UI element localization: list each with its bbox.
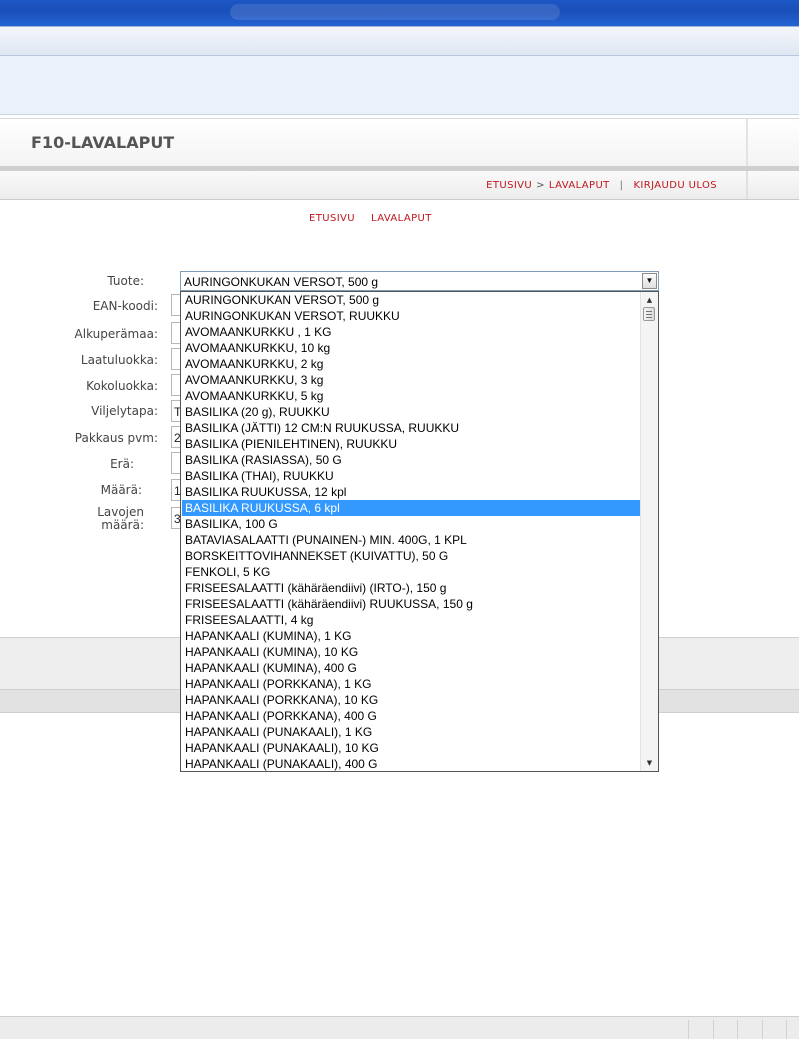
label-product: Tuote: — [107, 274, 144, 288]
label-amount: Määrä: — [100, 483, 142, 497]
product-option[interactable]: BASILIKA RUUKUSSA, 12 kpl — [182, 484, 642, 500]
product-option[interactable]: HAPANKAALI (PUNAKAALI), 400 G — [182, 756, 642, 771]
status-cell — [713, 1020, 714, 1039]
product-option[interactable]: FRISEESALAATTI (kähäräendiivi) (IRTO-), … — [182, 580, 642, 596]
scroll-up-icon[interactable]: ▲ — [641, 292, 658, 308]
product-option[interactable]: AVOMAANKURKKU, 2 kg — [182, 356, 642, 372]
scroll-grip-line — [646, 314, 652, 315]
scroll-thumb[interactable] — [643, 307, 655, 321]
product-option[interactable]: HAPANKAALI (PORKKANA), 10 KG — [182, 692, 642, 708]
product-option[interactable]: AVOMAANKURKKU, 3 kg — [182, 372, 642, 388]
product-select[interactable]: AURINGONKUKAN VERSOT, 500 g ▼ — [180, 271, 659, 291]
product-select-value: AURINGONKUKAN VERSOT, 500 g — [184, 275, 379, 289]
label-origin: Alkuperämaa: — [74, 327, 158, 341]
product-option[interactable]: BATAVIASALAATTI (PUNAINEN-) MIN. 400G, 1… — [182, 532, 642, 548]
product-option[interactable]: HAPANKAALI (KUMINA), 400 G — [182, 660, 642, 676]
product-option[interactable]: BASILIKA (THAI), RUUKKU — [182, 468, 642, 484]
product-option[interactable]: HAPANKAALI (PUNAKAALI), 10 KG — [182, 740, 642, 756]
label-pallets-line2: määrä: — [101, 518, 144, 532]
product-option[interactable]: AVOMAANKURKKU, 10 kg — [182, 340, 642, 356]
product-dropdown-list[interactable]: AURINGONKUKAN VERSOT, 500 g AURINGONKUKAN… — [180, 291, 659, 772]
scroll-grip-line — [646, 317, 652, 318]
browser-toolbar — [0, 26, 799, 56]
breadcrumb-separator: > — [536, 180, 545, 191]
status-cell — [786, 1020, 787, 1039]
product-option[interactable]: BASILIKA RUUKUSSA, 6 kpl — [182, 500, 642, 516]
sub-navigation: ETUSIVU LAVALAPUT — [309, 213, 448, 224]
product-option[interactable]: BASILIKA (20 g), RUUKKU — [182, 404, 642, 420]
product-options: AURINGONKUKAN VERSOT, 500 g AURINGONKUKAN… — [182, 292, 642, 771]
header-band — [0, 56, 799, 115]
breadcrumb-divider — [746, 171, 748, 199]
label-pack-date: Pakkaus pvm: — [74, 431, 158, 445]
product-option[interactable]: BASILIKA, 100 G — [182, 516, 642, 532]
product-option[interactable]: HAPANKAALI (PUNAKAALI), 1 KG — [182, 724, 642, 740]
status-cell — [737, 1020, 738, 1039]
breadcrumb-home-link[interactable]: ETUSIVU — [486, 180, 532, 191]
product-option[interactable]: AVOMAANKURKKU , 1 KG — [182, 324, 642, 340]
product-option[interactable]: HAPANKAALI (KUMINA), 10 KG — [182, 644, 642, 660]
chevron-down-icon[interactable]: ▼ — [642, 273, 657, 289]
subnav-home-link[interactable]: ETUSIVU — [309, 213, 355, 224]
breadcrumb-divider-char: | — [619, 180, 624, 191]
dropdown-scrollbar[interactable]: ▲ ▼ — [640, 292, 658, 771]
scroll-down-icon[interactable]: ▼ — [641, 755, 658, 771]
logout-link[interactable]: KIRJAUDU ULOS — [633, 180, 717, 191]
label-batch: Erä: — [110, 457, 134, 471]
label-quality: Laatuluokka: — [80, 353, 158, 367]
product-option[interactable]: FENKOLI, 5 KG — [182, 564, 642, 580]
status-bar — [0, 1016, 799, 1039]
label-pallets: Lavojen määrä: — [24, 506, 144, 532]
page-title: F10-LAVALAPUT — [31, 133, 175, 152]
titlebar-glow — [230, 4, 560, 20]
label-pallets-line1: Lavojen — [97, 505, 144, 519]
product-option[interactable]: BASILIKA (PIENILEHTINEN), RUUKKU — [182, 436, 642, 452]
product-option[interactable]: AURINGONKUKAN VERSOT, RUUKKU — [182, 308, 642, 324]
product-option[interactable]: FRISEESALAATTI (kähäräendiivi) RUUKUSSA,… — [182, 596, 642, 612]
subnav-current-link[interactable]: LAVALAPUT — [371, 213, 432, 224]
label-method: Viljelytapa: — [91, 404, 158, 418]
product-option[interactable]: AURINGONKUKAN VERSOT, 500 g — [182, 292, 642, 308]
product-option[interactable]: BASILIKA (RASIASSA), 50 G — [182, 452, 642, 468]
breadcrumb: ETUSIVU > LAVALAPUT | KIRJAUDU ULOS — [486, 180, 717, 191]
product-option[interactable]: BASILIKA (JÄTTI) 12 CM:N RUUKUSSA, RUUKK… — [182, 420, 642, 436]
label-size: Kokoluokka: — [86, 379, 158, 393]
product-option[interactable]: FRISEESALAATTI, 4 kg — [182, 612, 642, 628]
window-titlebar — [0, 0, 799, 26]
breadcrumb-current-link[interactable]: LAVALAPUT — [549, 180, 610, 191]
product-option[interactable]: HAPANKAALI (PORKKANA), 1 KG — [182, 676, 642, 692]
status-cell — [688, 1020, 689, 1039]
header-divider — [746, 118, 748, 168]
status-cell — [762, 1020, 763, 1039]
product-option[interactable]: AVOMAANKURKKU, 5 kg — [182, 388, 642, 404]
product-option[interactable]: HAPANKAALI (KUMINA), 1 KG — [182, 628, 642, 644]
scroll-grip-line — [646, 311, 652, 312]
label-ean: EAN-koodi: — [92, 299, 158, 313]
product-option[interactable]: BORSKEITTOVIHANNEKSET (KUIVATTU), 50 G — [182, 548, 642, 564]
product-option[interactable]: HAPANKAALI (PORKKANA), 400 G — [182, 708, 642, 724]
